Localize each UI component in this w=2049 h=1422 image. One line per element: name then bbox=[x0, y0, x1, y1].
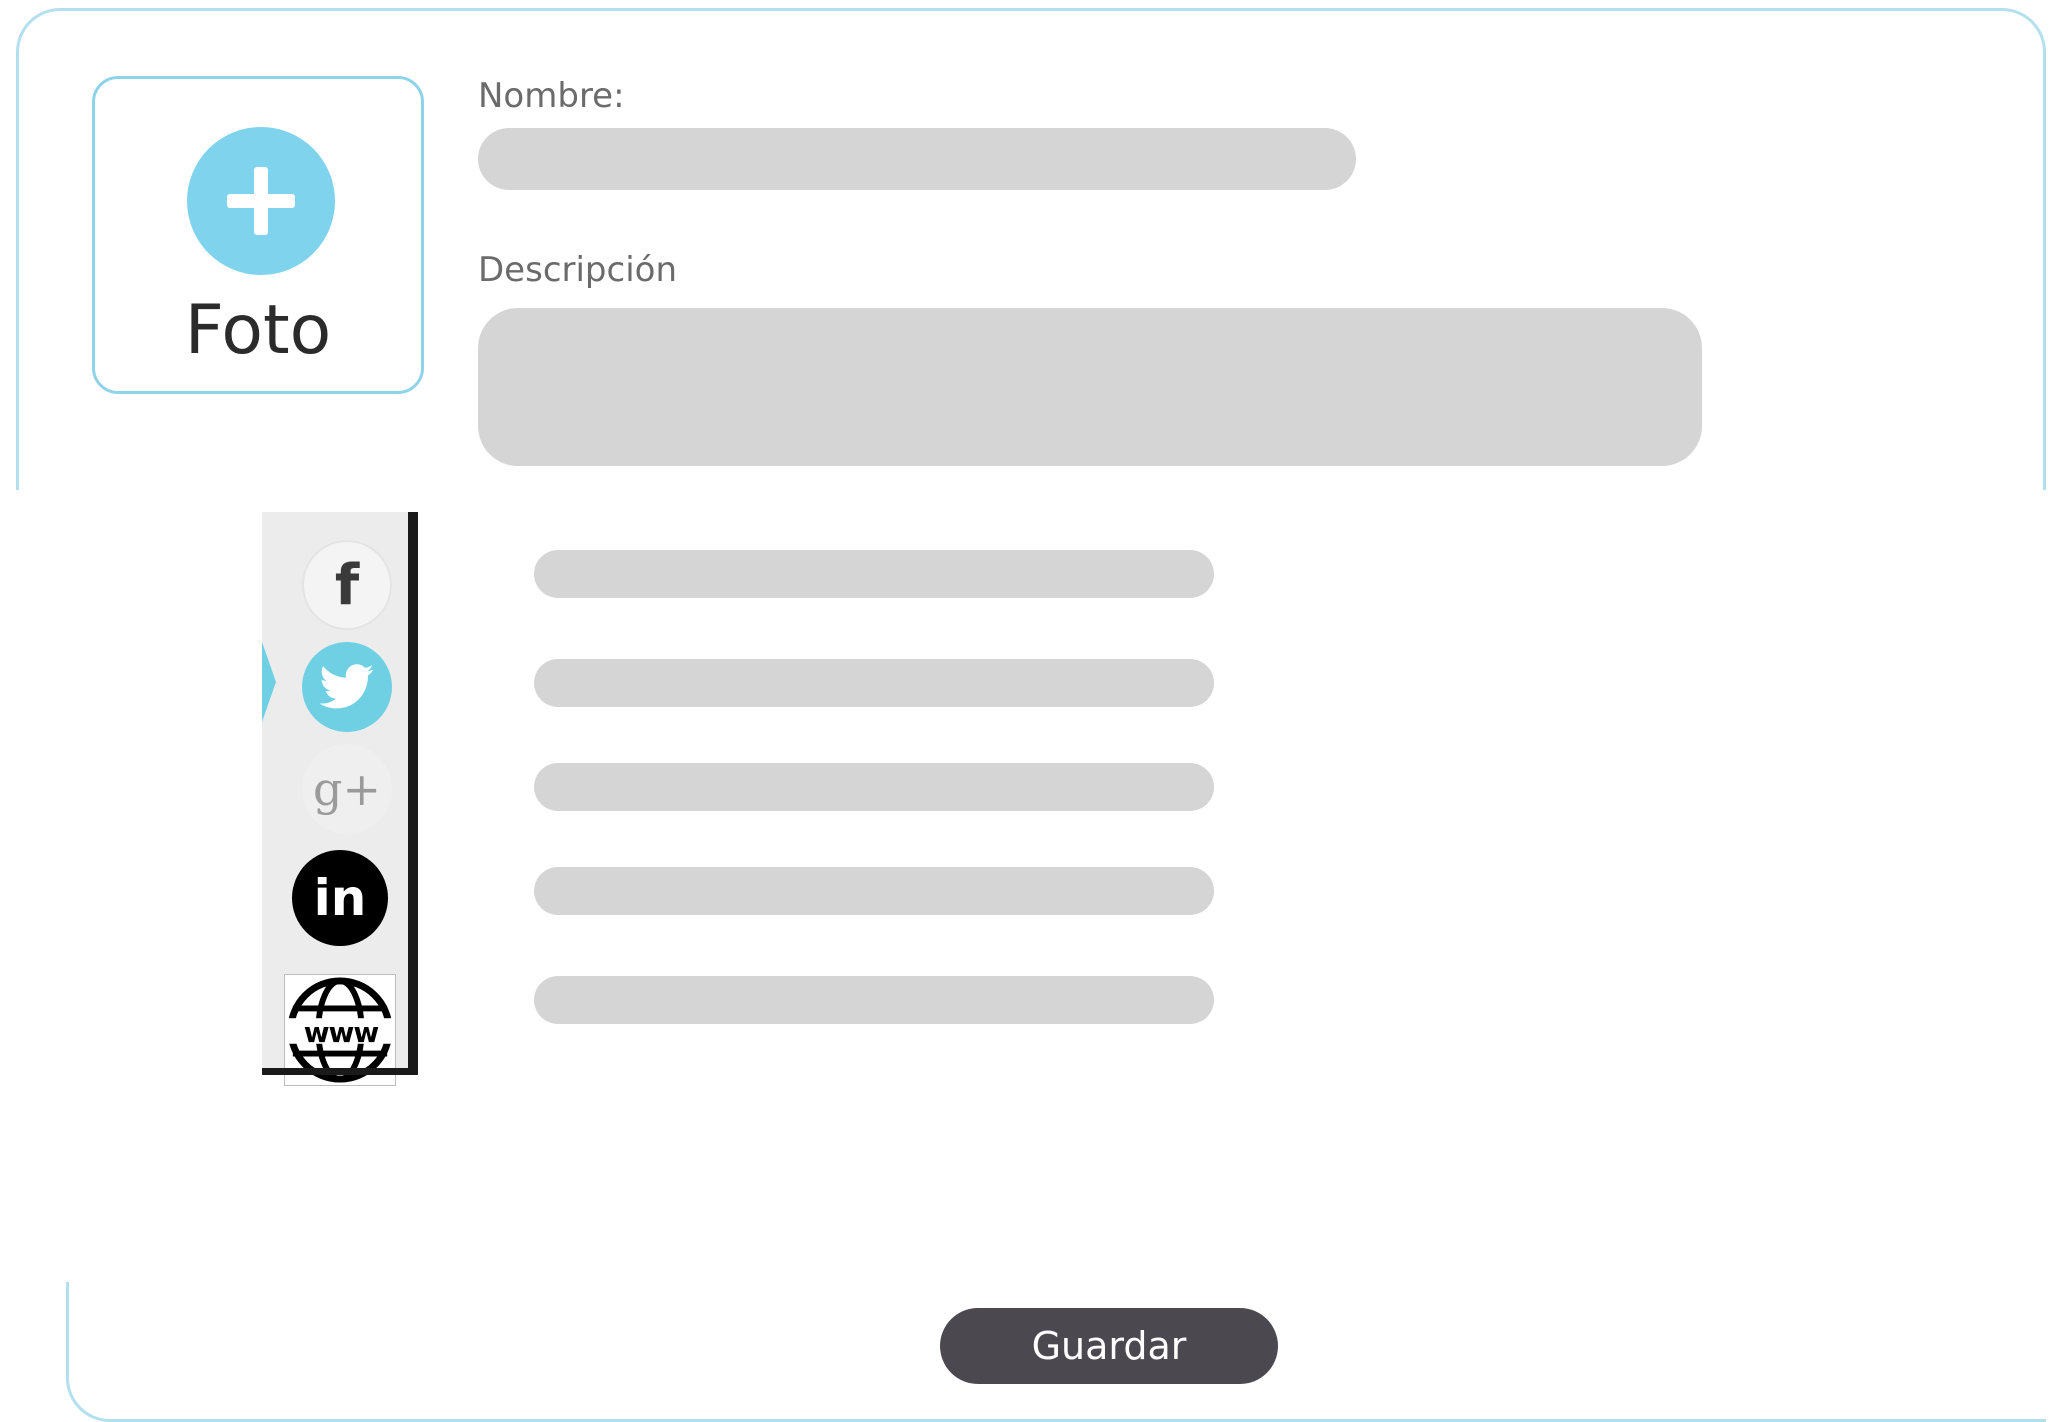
photo-label: Foto bbox=[184, 291, 332, 370]
description-label: Descripción bbox=[478, 250, 678, 290]
plus-circle-icon bbox=[187, 127, 335, 275]
linkedin-link-input[interactable] bbox=[534, 867, 1214, 915]
twitter-link-input[interactable] bbox=[534, 659, 1214, 707]
save-button[interactable]: Guardar bbox=[940, 1308, 1278, 1384]
website-glyph-text: www bbox=[303, 1016, 380, 1049]
facebook-icon[interactable]: f bbox=[302, 540, 392, 630]
social-network-strip: f g+ in www bbox=[262, 512, 418, 1086]
twitter-bird-glyph bbox=[319, 664, 374, 709]
google-plus-icon[interactable]: g+ bbox=[302, 744, 392, 834]
social-strip-base bbox=[262, 1068, 418, 1075]
website-link-input[interactable] bbox=[534, 976, 1214, 1024]
facebook-glyph: f bbox=[334, 552, 360, 618]
google-plus-glyph: g+ bbox=[313, 762, 381, 816]
twitter-icon[interactable] bbox=[302, 642, 392, 732]
name-input[interactable] bbox=[478, 128, 1356, 190]
linkedin-glyph: in bbox=[313, 869, 367, 927]
description-textarea[interactable] bbox=[478, 308, 1702, 466]
photo-upload-button[interactable]: Foto bbox=[92, 76, 424, 394]
selected-indicator-arrow bbox=[262, 642, 276, 722]
name-label: Nombre: bbox=[478, 76, 625, 116]
linkedin-icon[interactable]: in bbox=[292, 850, 388, 946]
google-plus-link-input[interactable] bbox=[534, 763, 1214, 811]
facebook-link-input[interactable] bbox=[534, 550, 1214, 598]
